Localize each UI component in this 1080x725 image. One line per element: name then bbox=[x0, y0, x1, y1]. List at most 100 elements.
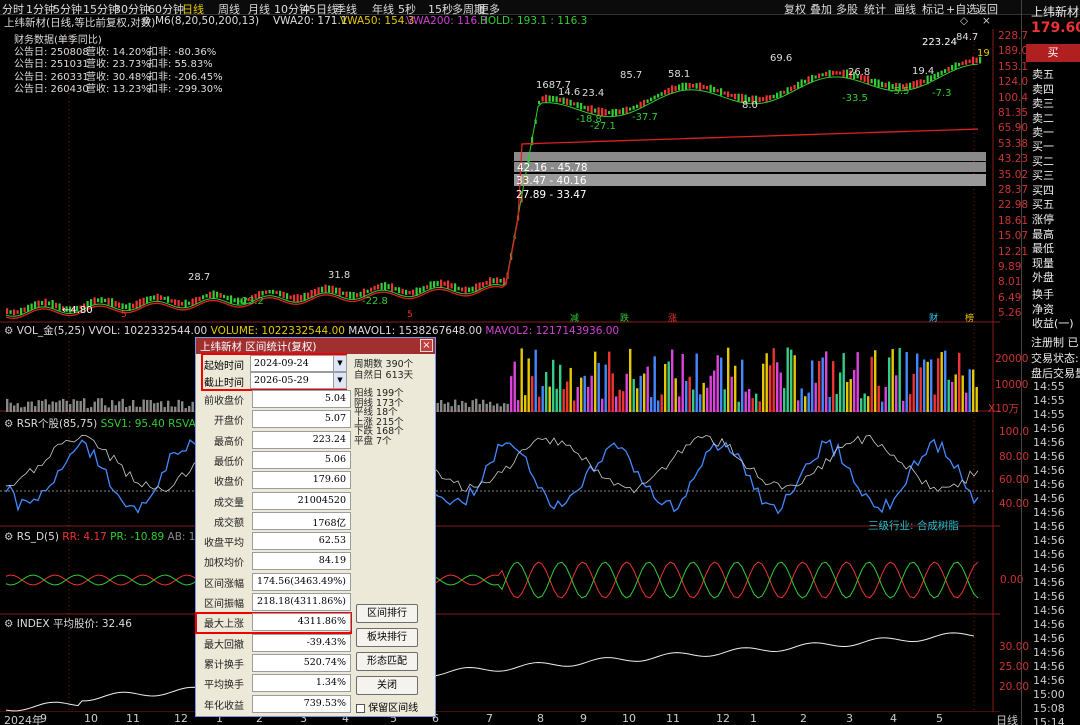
candle bbox=[163, 296, 166, 300]
candle bbox=[293, 294, 296, 302]
volume-bar bbox=[923, 359, 926, 412]
volume-bar bbox=[650, 397, 653, 412]
candle bbox=[440, 279, 443, 287]
candle bbox=[590, 105, 593, 115]
volume-bar bbox=[870, 356, 873, 412]
candle bbox=[23, 307, 26, 313]
candle bbox=[296, 294, 299, 303]
candle bbox=[674, 85, 677, 91]
candle bbox=[223, 294, 226, 299]
volume-bar bbox=[860, 398, 863, 412]
rsr-line bbox=[5, 433, 979, 494]
price-axis-label: 28.37 bbox=[998, 184, 1029, 196]
rsr-line bbox=[5, 438, 979, 515]
volume-bar bbox=[629, 348, 632, 412]
vol-gear-icon[interactable]: ⚙ bbox=[4, 325, 13, 337]
candle bbox=[37, 300, 40, 307]
rsd-gear-icon[interactable]: ⚙ bbox=[4, 531, 13, 543]
rsr-gear-icon[interactable]: ⚙ bbox=[4, 418, 13, 430]
volume-bar bbox=[146, 399, 149, 412]
candle bbox=[499, 278, 502, 283]
volume-bar bbox=[888, 357, 891, 412]
index-gear-icon[interactable]: ⚙ bbox=[4, 618, 13, 630]
bar-count: 平盘 7个 bbox=[354, 435, 392, 447]
candle bbox=[195, 297, 198, 305]
candle bbox=[870, 78, 873, 84]
candle bbox=[51, 299, 54, 309]
end-date-field[interactable]: 2026-05-29 ▼ bbox=[250, 372, 347, 389]
pattern-match-button[interactable]: 形态匹配 bbox=[356, 652, 418, 671]
candle bbox=[30, 303, 33, 310]
volume-bar bbox=[849, 378, 852, 412]
volume-bar bbox=[912, 373, 915, 412]
volume-bar bbox=[695, 353, 698, 412]
sector-rank-button[interactable]: 板块排行 bbox=[356, 628, 418, 647]
event-marker: 跌 bbox=[620, 314, 630, 324]
range-label: 42.16 - 45.78 bbox=[517, 162, 588, 174]
candle bbox=[716, 89, 719, 93]
chevron-down-icon[interactable]: ▼ bbox=[333, 356, 346, 371]
stat-row: 开盘价 5.07 bbox=[200, 410, 351, 429]
candle bbox=[16, 310, 19, 314]
tick-time: 14:56 bbox=[1033, 492, 1065, 505]
candle bbox=[275, 290, 278, 295]
volume-bar bbox=[76, 400, 79, 412]
volume-bar bbox=[181, 401, 184, 412]
candle bbox=[55, 302, 58, 309]
volume-bar bbox=[940, 352, 943, 412]
candle bbox=[132, 303, 135, 309]
rsr-header: ⚙ RSR个股(85,75) SSV1: 95.40 RSVA: 64.0 bbox=[4, 418, 226, 430]
candle bbox=[828, 70, 831, 77]
candle bbox=[422, 286, 425, 292]
tick-time: 14:56 bbox=[1033, 548, 1065, 561]
stat-value: 520.74% bbox=[252, 653, 351, 672]
chevron-down-icon[interactable]: ▼ bbox=[333, 373, 346, 388]
keep-interval-checkbox[interactable]: 保留区间线 bbox=[356, 699, 418, 714]
candle bbox=[730, 93, 733, 97]
candle bbox=[646, 99, 649, 103]
dialog-close-icon[interactable]: × bbox=[420, 339, 433, 352]
tick-time: 14:56 bbox=[1033, 590, 1065, 603]
candle bbox=[569, 99, 572, 106]
volume-bar bbox=[632, 379, 635, 412]
volume-bar bbox=[443, 403, 446, 412]
volume-bar bbox=[734, 365, 737, 412]
close-button[interactable]: 关闭 bbox=[356, 676, 418, 695]
buy-button[interactable]: 买 bbox=[1026, 44, 1080, 62]
volume-bar bbox=[184, 407, 187, 412]
minimize-icon[interactable]: ◇ bbox=[960, 15, 968, 27]
volume-bar bbox=[776, 362, 779, 412]
candle bbox=[391, 283, 394, 292]
start-date-field[interactable]: 2024-09-24 ▼ bbox=[250, 355, 347, 372]
close-chart-icon[interactable]: × bbox=[982, 15, 991, 27]
volume-bar bbox=[58, 400, 61, 412]
volume-bar bbox=[821, 357, 824, 412]
tick-time: 14:55 bbox=[1033, 394, 1065, 407]
tick-time: 14:56 bbox=[1033, 660, 1065, 673]
candle bbox=[226, 295, 229, 301]
x-axis-label: 9 bbox=[40, 712, 47, 725]
candle bbox=[107, 297, 110, 305]
volume-bar bbox=[601, 398, 604, 412]
settings-gear-icon[interactable]: ⚙ bbox=[142, 15, 151, 27]
candle bbox=[349, 291, 352, 299]
volume-bar bbox=[489, 401, 492, 412]
candle bbox=[643, 99, 646, 107]
volume-bar bbox=[622, 391, 625, 412]
candle bbox=[377, 284, 380, 290]
volume-bar bbox=[779, 372, 782, 412]
volume-bar bbox=[919, 367, 922, 412]
volume-bar bbox=[930, 359, 933, 412]
candle bbox=[219, 293, 222, 298]
interval-rank-button[interactable]: 区间排行 bbox=[356, 604, 418, 623]
volume-bar bbox=[905, 351, 908, 412]
price-axis-label: 22.98 bbox=[998, 199, 1029, 212]
industry-label: 三级行业: 合成树脂 bbox=[868, 520, 959, 532]
volume-bar bbox=[615, 396, 618, 412]
candle bbox=[44, 298, 47, 308]
price-axis-label: 18.61 bbox=[998, 214, 1029, 227]
candle bbox=[34, 301, 37, 309]
candle bbox=[58, 303, 61, 311]
volume-bar bbox=[163, 407, 166, 412]
candle bbox=[835, 71, 838, 75]
